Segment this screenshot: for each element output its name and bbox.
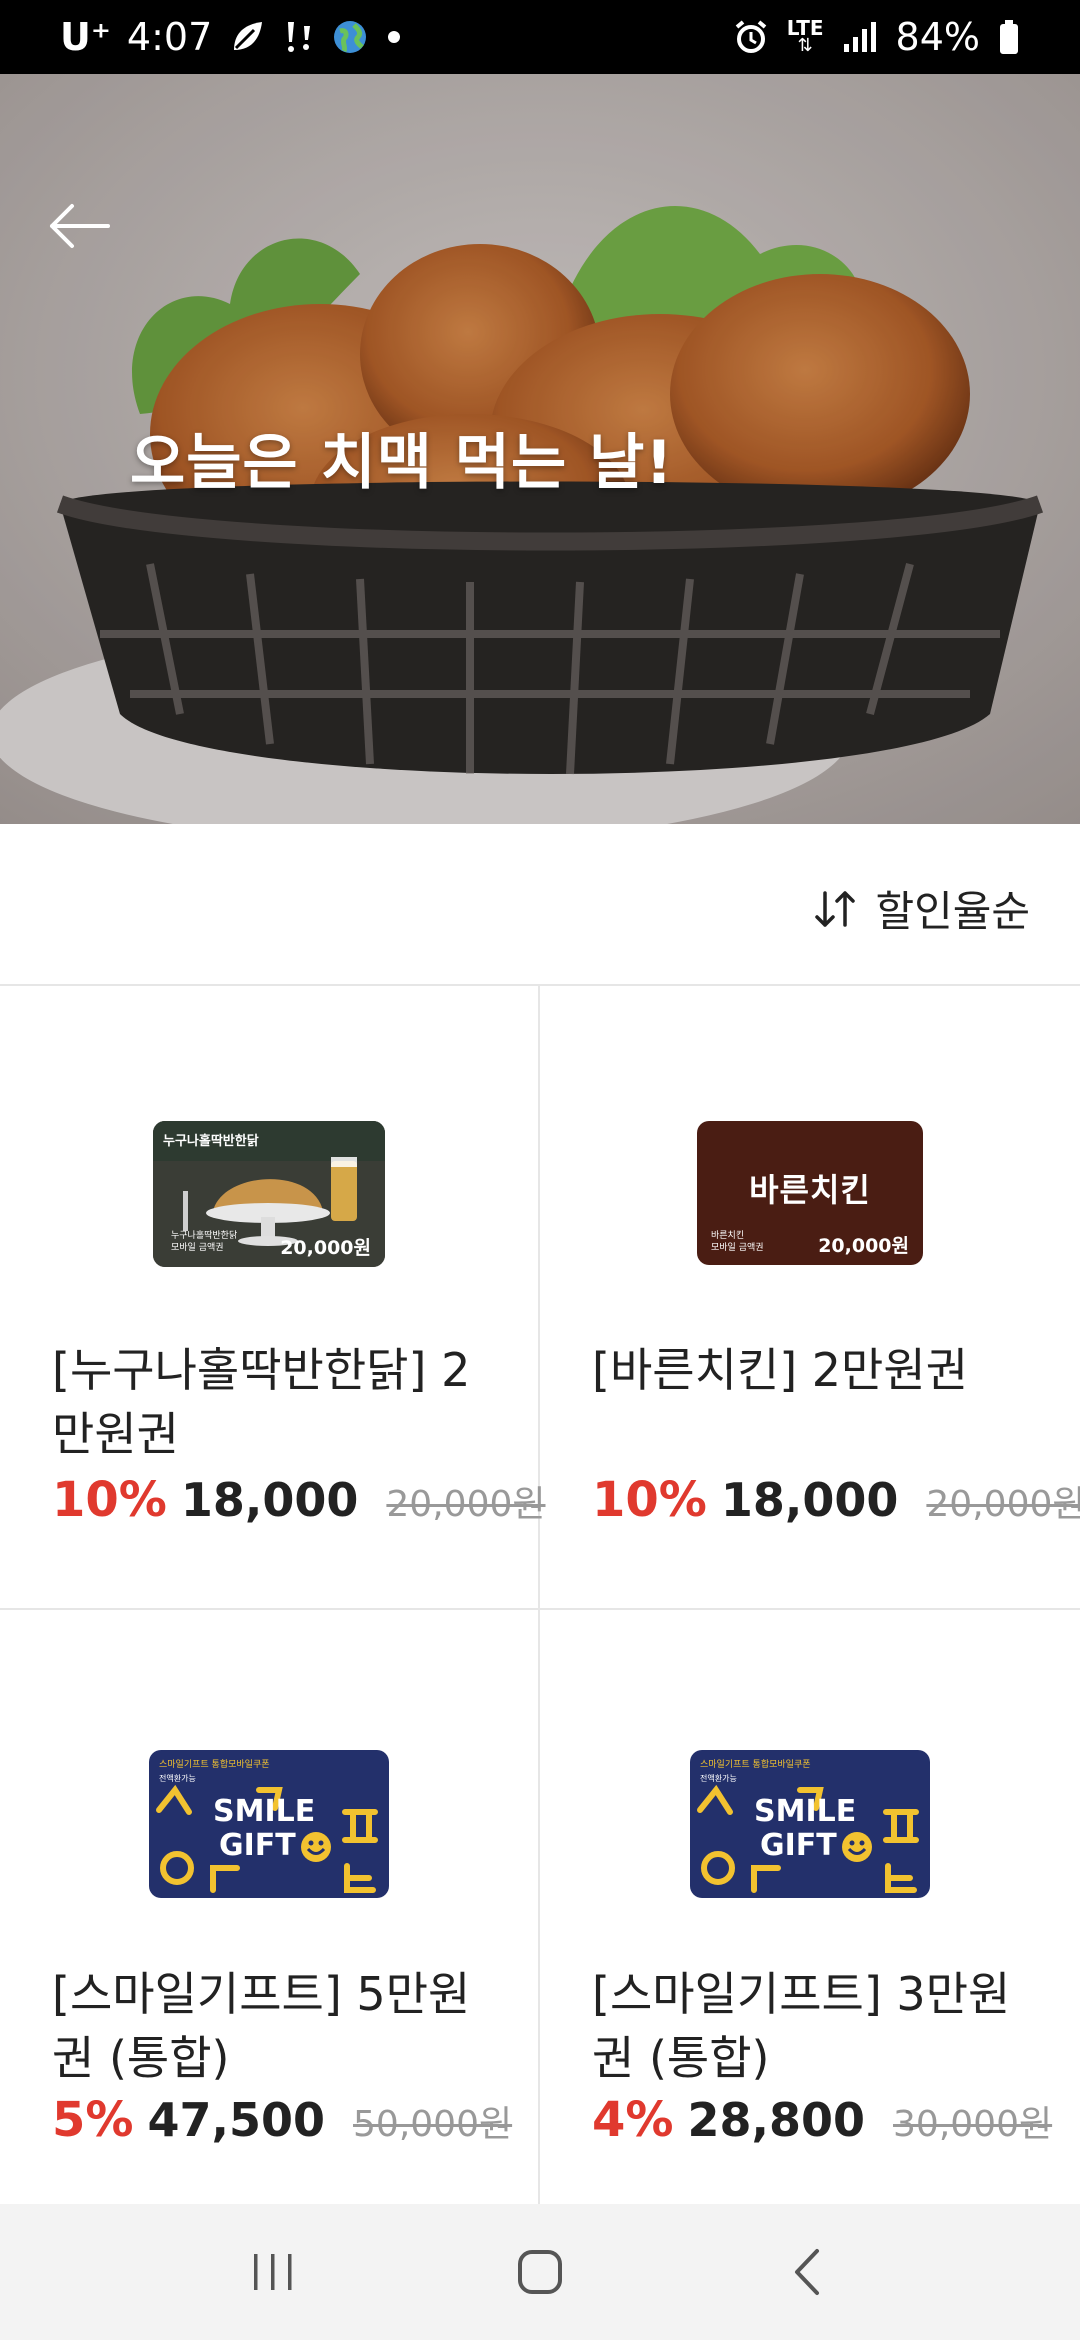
system-nav-bar [0, 2204, 1080, 2340]
home-button[interactable] [495, 2227, 585, 2317]
card-sub: 전액환가능 [159, 1774, 196, 1783]
discount-rate: 4% [592, 2092, 674, 2148]
product-thumbnail: 스마일기프트 통합모바일쿠폰 전액환가능 SMILE GIFT [149, 1750, 389, 1898]
discount-rate: 10% [52, 1472, 167, 1528]
clock: 4:07 [126, 15, 213, 59]
product-grid: 누구나홀딱반한닭 누구나홀딱반한닭 모바일 금액권 20,000원 [누구나홀딱… [0, 986, 1080, 2234]
card-amount: 20,000원 [280, 1237, 371, 1259]
sort-label: 할인율순 [875, 887, 1030, 936]
home-icon [517, 2250, 562, 2294]
carrier-label: U⁺ [60, 15, 111, 59]
original-price: 20,000원 [386, 1484, 546, 1525]
smiley-icon [842, 1832, 872, 1862]
price-row: 10% 18,000 20,000원 [592, 1472, 1080, 1528]
hero-banner: 오늘은 치맥 먹는 날! [0, 74, 1080, 824]
product-thumbnail: 바른치킨 바른치킨 모바일 금액권 20,000원 [697, 1121, 923, 1265]
status-bar: U⁺ 4:07 LTE ⇅ 84% [0, 0, 1080, 74]
product-card[interactable]: 바른치킨 바른치킨 모바일 금액권 20,000원 [바른치킨] 2만원권 10… [540, 986, 1080, 1610]
leaf-icon [228, 18, 266, 56]
signal-icon [842, 20, 878, 54]
card-logo-line2: GIFT [760, 1828, 837, 1863]
price-row: 4% 28,800 30,000원 [592, 2092, 1052, 2148]
discount-rate: 5% [52, 2092, 134, 2148]
card-brand: 누구나홀딱반한닭 [163, 1134, 259, 1149]
card-sub: 전액환가능 [700, 1774, 737, 1783]
discount-rate: 10% [592, 1472, 707, 1528]
card-brand: 바른치킨 [749, 1171, 871, 1209]
product-name: [스마일기프트] 5만원권 (통합) [52, 1967, 471, 2085]
back-arrow-icon [50, 204, 110, 248]
hero-title: 오늘은 치맥 먹는 날! [130, 428, 674, 498]
chevron-left-icon [794, 2249, 819, 2295]
product-name: [누구나홀딱반한닭] 2만원권 [52, 1343, 471, 1461]
notification-alert-icon [282, 18, 316, 56]
original-price: 20,000원 [926, 1484, 1080, 1525]
sale-price: 18,000 [180, 1473, 359, 1527]
sort-bar: 할인율순 [0, 824, 1080, 986]
battery-percent: 84% [895, 15, 980, 59]
dot-icon [384, 27, 404, 47]
product-card[interactable]: 누구나홀딱반한닭 누구나홀딱반한닭 모바일 금액권 20,000원 [누구나홀딱… [0, 986, 546, 1610]
product-thumbnail: 누구나홀딱반한닭 누구나홀딱반한닭 모바일 금액권 20,000원 [153, 1121, 385, 1267]
alarm-icon [733, 19, 769, 55]
original-price: 50,000원 [353, 2104, 513, 2145]
card-top: 스마일기프트 통합모바일쿠폰 [700, 1760, 811, 1770]
card-logo-line2: GIFT [219, 1828, 296, 1863]
card-line2: 모바일 금액권 [171, 1243, 224, 1253]
sale-price: 18,000 [720, 1473, 899, 1527]
price-row: 10% 18,000 20,000원 [52, 1472, 546, 1528]
card-top: 스마일기프트 통합모바일쿠폰 [159, 1760, 270, 1770]
back-button[interactable] [44, 198, 114, 254]
card-line2: 모바일 금액권 [711, 1243, 764, 1253]
smiley-icon [301, 1832, 331, 1862]
product-card[interactable]: 스마일기프트 통합모바일쿠폰 전액환가능 SMILE GIFT [스마일기프트]… [0, 1610, 540, 2234]
product-card[interactable]: 스마일기프트 통합모바일쿠폰 전액환가능 SMILE GIFT [스마일기프트]… [540, 1610, 1080, 2234]
sort-button[interactable]: 할인율순 [813, 878, 1030, 939]
card-amount: 20,000원 [818, 1235, 909, 1257]
card-logo-line1: SMILE [213, 1794, 316, 1829]
sale-price: 47,500 [147, 2093, 326, 2147]
product-name: [바른치킨] 2만원권 [592, 1343, 969, 1397]
product-thumbnail: 스마일기프트 통합모바일쿠폰 전액환가능 SMILE GIFT [690, 1750, 930, 1898]
system-back-button[interactable] [762, 2227, 852, 2317]
recent-apps-button[interactable] [228, 2227, 318, 2317]
card-logo-line1: SMILE [754, 1794, 857, 1829]
sale-price: 28,800 [687, 2093, 866, 2147]
globe-icon [332, 19, 368, 55]
recent-apps-icon [254, 2254, 292, 2290]
sort-arrows-icon [815, 890, 856, 927]
battery-icon [998, 19, 1020, 55]
original-price: 30,000원 [893, 2104, 1053, 2145]
data-arrows-icon: ⇅ [797, 35, 813, 56]
price-row: 5% 47,500 50,000원 [52, 2092, 512, 2148]
product-name: [스마일기프트] 3만원권 (통합) [592, 1967, 1011, 2085]
